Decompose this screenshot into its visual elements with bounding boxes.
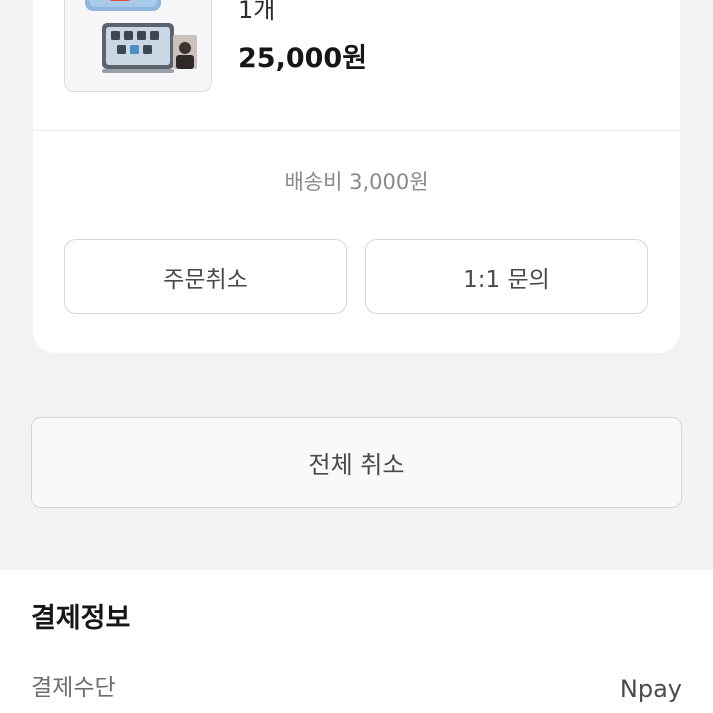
item-price: 25,000원 (238, 43, 368, 74)
product-thumbnail[interactable] (64, 0, 212, 92)
order-item-card: 1개 25,000원 배송비 3,000원 주문취소 1:1 문의 (33, 0, 680, 353)
one-on-one-inquiry-button[interactable]: 1:1 문의 (365, 239, 648, 314)
payment-method-value: Npay (619, 675, 682, 703)
payment-info-section: 결제정보 결제수단 Npay (0, 570, 713, 713)
item-quantity: 1개 (238, 0, 276, 24)
card-divider (33, 130, 680, 131)
cancel-all-button[interactable]: 전체 취소 (31, 417, 682, 508)
cancel-order-button[interactable]: 주문취소 (64, 239, 347, 314)
shipping-fee: 배송비 3,000원 (284, 170, 429, 194)
payment-method-label: 결제수단 (31, 675, 116, 701)
order-detail-page: 1개 25,000원 배송비 3,000원 주문취소 1:1 문의 전체 취소 … (0, 0, 713, 713)
product-thumbnail-image (65, 0, 211, 91)
payment-info-title: 결제정보 (31, 603, 131, 634)
